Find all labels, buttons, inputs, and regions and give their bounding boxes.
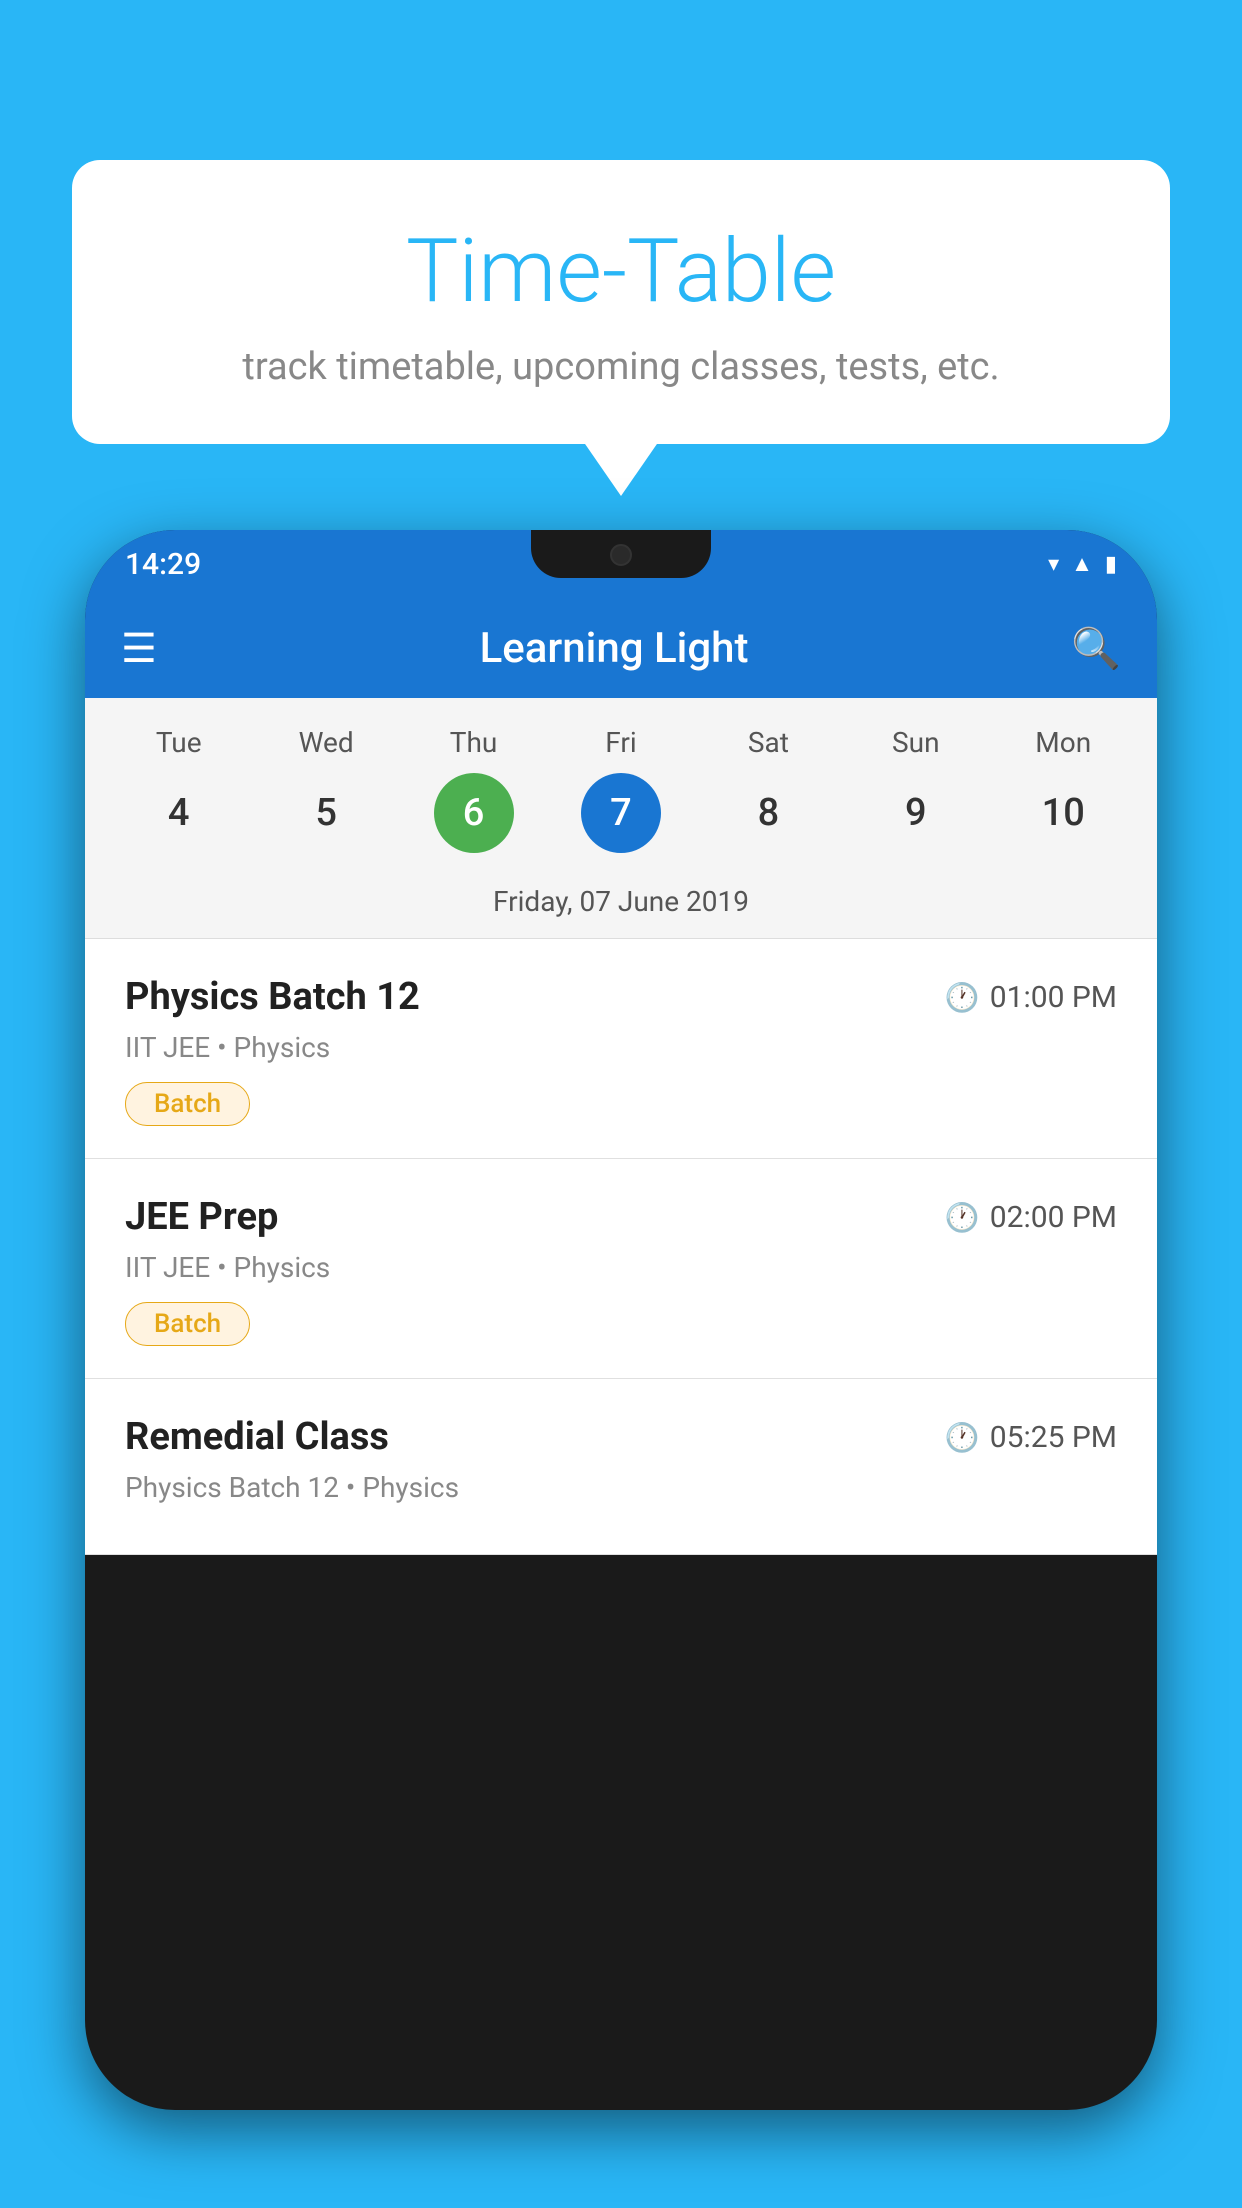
- class-item-1-top: Physics Batch 12 🕐 01:00 PM: [125, 975, 1117, 1019]
- speech-bubble: Time-Table track timetable, upcoming cla…: [72, 160, 1170, 444]
- phone-frame: 14:29 ▾ ▲ ▮ ☰ Learning Light 🔍 Tue Wed T…: [85, 530, 1157, 2110]
- class-name-3: Remedial Class: [125, 1415, 389, 1459]
- day-sat: Sat: [728, 726, 808, 759]
- date-9[interactable]: 9: [876, 773, 956, 853]
- day-mon: Mon: [1023, 726, 1103, 759]
- date-7[interactable]: 7: [581, 773, 661, 853]
- date-6[interactable]: 6: [434, 773, 514, 853]
- batch-badge-2: Batch: [125, 1302, 250, 1346]
- phone-mockup: 14:29 ▾ ▲ ▮ ☰ Learning Light 🔍 Tue Wed T…: [85, 530, 1157, 2208]
- day-fri: Fri: [581, 726, 661, 759]
- phone-notch: [531, 530, 711, 578]
- main-title: Time-Table: [152, 220, 1090, 323]
- class-time-2: 🕐 02:00 PM: [945, 1200, 1117, 1235]
- days-header: Tue Wed Thu Fri Sat Sun Mon: [85, 726, 1157, 759]
- class-item-1[interactable]: Physics Batch 12 🕐 01:00 PM IIT JEE • Ph…: [85, 939, 1157, 1159]
- class-item-3[interactable]: Remedial Class 🕐 05:25 PM Physics Batch …: [85, 1379, 1157, 1555]
- day-wed: Wed: [286, 726, 366, 759]
- phone-screen: 14:29 ▾ ▲ ▮ ☰ Learning Light 🔍 Tue Wed T…: [85, 530, 1157, 2110]
- class-name-1: Physics Batch 12: [125, 975, 420, 1019]
- status-icons: ▾ ▲ ▮: [1048, 551, 1117, 577]
- date-4[interactable]: 4: [139, 773, 219, 853]
- clock-icon-3: 🕐: [945, 1421, 980, 1454]
- clock-icon-2: 🕐: [945, 1201, 980, 1234]
- hamburger-icon[interactable]: ☰: [121, 625, 157, 672]
- class-subtitle-1: IIT JEE • Physics: [125, 1031, 1117, 1064]
- class-time-1: 🕐 01:00 PM: [945, 980, 1117, 1015]
- date-10[interactable]: 10: [1023, 773, 1103, 853]
- day-tue: Tue: [139, 726, 219, 759]
- battery-icon: ▮: [1105, 552, 1117, 577]
- dates-row: 4 5 6 7 8 9 10: [85, 773, 1157, 873]
- class-subtitle-2: IIT JEE • Physics: [125, 1251, 1117, 1284]
- class-item-2-top: JEE Prep 🕐 02:00 PM: [125, 1195, 1117, 1239]
- selected-date-label: Friday, 07 June 2019: [85, 873, 1157, 939]
- signal-icon: ▲: [1071, 551, 1093, 577]
- date-5[interactable]: 5: [286, 773, 366, 853]
- batch-badge-1: Batch: [125, 1082, 250, 1126]
- main-subtitle: track timetable, upcoming classes, tests…: [152, 345, 1090, 389]
- status-time: 14:29: [125, 547, 201, 582]
- classes-list: Physics Batch 12 🕐 01:00 PM IIT JEE • Ph…: [85, 939, 1157, 1555]
- class-item-2[interactable]: JEE Prep 🕐 02:00 PM IIT JEE • Physics Ba…: [85, 1159, 1157, 1379]
- phone-camera: [610, 544, 632, 566]
- day-sun: Sun: [876, 726, 956, 759]
- app-bar: ☰ Learning Light 🔍: [85, 598, 1157, 698]
- calendar-strip: Tue Wed Thu Fri Sat Sun Mon 4 5 6 7 8 9 …: [85, 698, 1157, 939]
- class-subtitle-3: Physics Batch 12 • Physics: [125, 1471, 1117, 1504]
- speech-bubble-box: Time-Table track timetable, upcoming cla…: [72, 160, 1170, 444]
- clock-icon-1: 🕐: [945, 981, 980, 1014]
- app-title: Learning Light: [187, 624, 1041, 673]
- wifi-icon: ▾: [1048, 552, 1059, 577]
- day-thu: Thu: [434, 726, 514, 759]
- class-time-3: 🕐 05:25 PM: [945, 1420, 1117, 1455]
- class-item-3-top: Remedial Class 🕐 05:25 PM: [125, 1415, 1117, 1459]
- search-icon[interactable]: 🔍: [1071, 625, 1121, 672]
- date-8[interactable]: 8: [728, 773, 808, 853]
- class-name-2: JEE Prep: [125, 1195, 278, 1239]
